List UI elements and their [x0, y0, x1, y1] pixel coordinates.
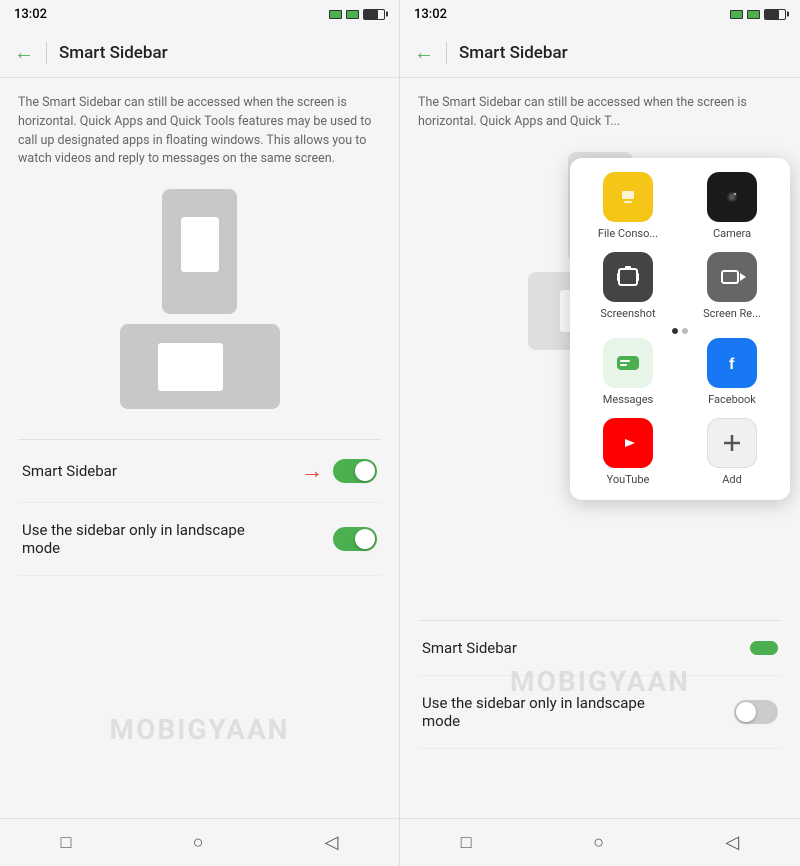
- right-header: ← Smart Sidebar: [400, 28, 800, 78]
- right-landscape-label: Use the sidebar only in landscape mode: [422, 694, 671, 730]
- popup-panel: File Conso... Camera: [570, 158, 790, 500]
- popup-icon-screen-rec: [707, 252, 757, 302]
- messages-svg: [614, 349, 642, 377]
- popup-icon-messages: [603, 338, 653, 388]
- left-portrait-phone: [162, 189, 237, 314]
- popup-label-camera: Camera: [713, 227, 751, 240]
- left-nav-circle[interactable]: ○: [193, 832, 204, 853]
- left-description: The Smart Sidebar can still be accessed …: [18, 94, 381, 169]
- left-smart-sidebar-arrow: →: [301, 458, 323, 484]
- popup-icon-add: [707, 418, 757, 468]
- popup-item-youtube[interactable]: YouTube: [582, 418, 674, 486]
- left-content: The Smart Sidebar can still be accessed …: [0, 78, 399, 818]
- add-svg: [718, 429, 746, 457]
- left-illustration: [18, 189, 381, 409]
- left-nav-square[interactable]: □: [61, 832, 72, 853]
- popup-item-file-console[interactable]: File Conso...: [582, 172, 674, 240]
- left-status-bar: 13:02: [0, 0, 399, 28]
- left-landscape-label: Use the sidebar only in landscape mode: [22, 521, 271, 557]
- popup-label-screen-rec: Screen Re...: [703, 307, 761, 320]
- left-signal-icon: [329, 10, 342, 19]
- left-time: 13:02: [14, 7, 47, 22]
- popup-item-screenshot[interactable]: Screenshot: [582, 252, 674, 320]
- svg-text:f: f: [729, 356, 735, 373]
- screenshot-svg: [614, 263, 642, 291]
- popup-label-file-console: File Conso...: [598, 227, 658, 240]
- left-nav-triangle[interactable]: ◁: [325, 832, 339, 853]
- left-portrait-screen: [181, 217, 219, 272]
- popup-label-screenshot: Screenshot: [600, 307, 655, 320]
- right-smart-sidebar-indicator: [750, 641, 778, 655]
- popup-item-messages[interactable]: Messages: [582, 338, 674, 406]
- popup-icon-camera: [707, 172, 757, 222]
- left-page-title: Smart Sidebar: [59, 43, 168, 63]
- popup-item-facebook[interactable]: f Facebook: [686, 338, 778, 406]
- right-status-bar: 13:02: [400, 0, 800, 28]
- popup-icon-facebook: f: [707, 338, 757, 388]
- screen-rec-svg: [718, 263, 746, 291]
- popup-item-add[interactable]: Add: [686, 418, 778, 486]
- popup-label-youtube: YouTube: [607, 473, 650, 486]
- left-landscape-screen: [158, 343, 223, 391]
- left-phone-panel: 13:02 ← Smart Sidebar The Smart Sidebar …: [0, 0, 400, 866]
- left-header: ← Smart Sidebar: [0, 28, 399, 78]
- right-status-icons: [730, 9, 786, 20]
- left-settings-section: Smart Sidebar → Use the sidebar only in …: [18, 439, 381, 576]
- facebook-svg: f: [718, 349, 746, 377]
- right-nav-bar: □ ○ ◁: [400, 818, 800, 866]
- left-smart-sidebar-toggle[interactable]: [333, 459, 377, 483]
- left-status-icons: [329, 9, 385, 20]
- file-console-svg: [614, 183, 642, 211]
- popup-item-screen-rec[interactable]: Screen Re...: [686, 252, 778, 320]
- popup-grid: File Conso... Camera: [582, 172, 778, 320]
- right-nav-circle[interactable]: ○: [593, 832, 604, 853]
- left-landscape-phone: [120, 324, 280, 409]
- right-battery-icon: [764, 9, 786, 20]
- popup-label-facebook: Facebook: [708, 393, 756, 406]
- right-landscape-row: Use the sidebar only in landscape mode: [418, 676, 782, 749]
- left-battery-icon: [363, 9, 385, 20]
- right-header-divider: [446, 42, 447, 64]
- right-time: 13:02: [414, 7, 447, 22]
- popup-icon-youtube: [603, 418, 653, 468]
- popup-icon-file-console: [603, 172, 653, 222]
- dot-1: [672, 328, 678, 334]
- left-header-divider: [46, 42, 47, 64]
- right-back-button[interactable]: ←: [414, 40, 434, 65]
- camera-svg: [718, 183, 746, 211]
- popup-label-add: Add: [722, 473, 742, 486]
- right-smart-sidebar-label: Smart Sidebar: [422, 639, 671, 657]
- dot-2: [682, 328, 688, 334]
- popup-grid-2: Messages f Facebook: [582, 338, 778, 486]
- popup-label-messages: Messages: [603, 393, 653, 406]
- right-description: The Smart Sidebar can still be accessed …: [418, 94, 782, 132]
- right-landscape-toggle[interactable]: [734, 700, 778, 724]
- left-landscape-toggle[interactable]: [333, 527, 377, 551]
- popup-pagination-dots: [582, 328, 778, 334]
- left-landscape-row: Use the sidebar only in landscape mode: [18, 503, 381, 576]
- popup-icon-screenshot: [603, 252, 653, 302]
- right-page-title: Smart Sidebar: [459, 43, 568, 63]
- left-back-button[interactable]: ←: [14, 40, 34, 65]
- left-watermark: MOBIGYAAN: [110, 713, 290, 746]
- left-portrait-wrapper: [162, 189, 237, 314]
- right-signal-icon: [730, 10, 743, 19]
- left-nav-bar: □ ○ ◁: [0, 818, 399, 866]
- right-smart-sidebar-row: Smart Sidebar: [418, 621, 782, 676]
- left-smart-sidebar-row: Smart Sidebar →: [18, 440, 381, 503]
- right-nav-square[interactable]: □: [461, 832, 472, 853]
- left-smart-sidebar-label: Smart Sidebar: [22, 462, 271, 480]
- youtube-svg: [614, 429, 642, 457]
- popup-item-camera[interactable]: Camera: [686, 172, 778, 240]
- right-signal2-icon: [747, 10, 760, 19]
- right-content: The Smart Sidebar can still be accessed …: [400, 78, 800, 818]
- right-settings-section: Smart Sidebar Use the sidebar only in la…: [418, 620, 782, 749]
- left-signal2-icon: [346, 10, 359, 19]
- right-phone-panel: 13:02 ← Smart Sidebar The Smart Sidebar …: [400, 0, 800, 866]
- right-nav-triangle[interactable]: ◁: [725, 832, 739, 853]
